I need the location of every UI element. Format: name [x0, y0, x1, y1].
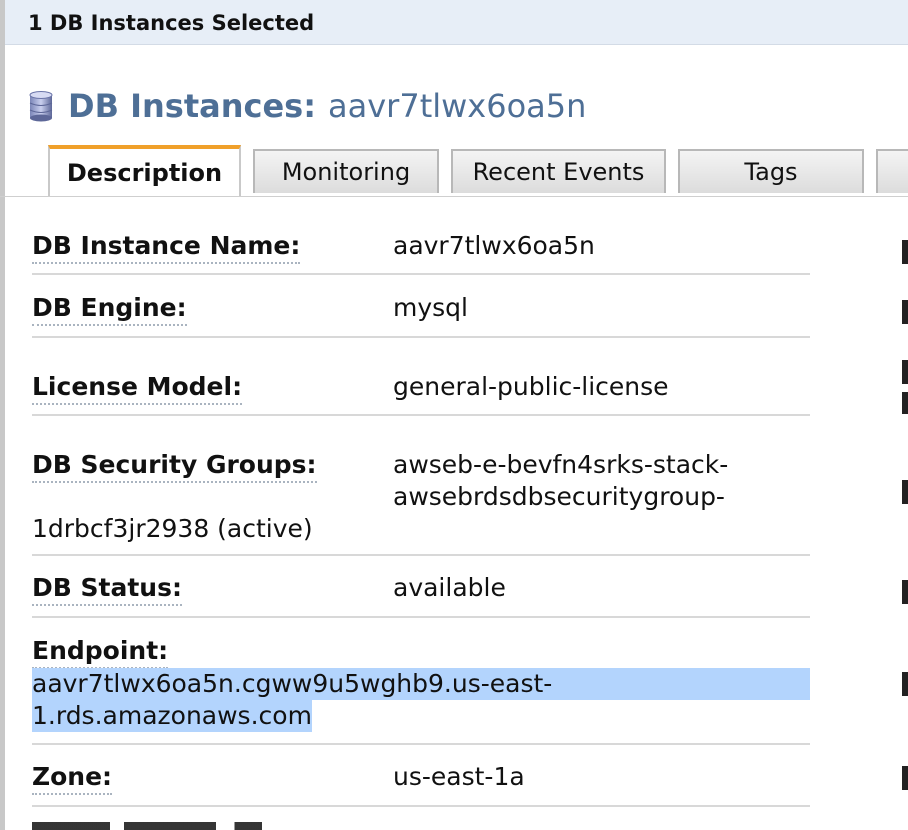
row-divider — [32, 805, 810, 807]
endpoint-value-line1[interactable]: aavr7tlwx6oa5n.cgww9u5wghb9.us-east- — [32, 668, 552, 700]
selection-bar: 1 DB Instances Selected — [5, 0, 908, 45]
selection-count-text: 1 DB Instances Selected — [28, 11, 315, 35]
clipped-right-column-text — [902, 480, 908, 504]
security-groups-value-line1: awseb-e-bevfn4srks-stack- — [393, 450, 729, 479]
database-icon — [29, 91, 53, 122]
status-label: DB Status: — [32, 572, 182, 606]
detail-row-status: DB Status: available — [32, 556, 810, 618]
clipped-right-column-text — [902, 766, 908, 790]
detail-row-zone: Zone: us-east-1a — [32, 745, 810, 807]
clipped-next-row — [32, 822, 262, 830]
engine-label: DB Engine: — [32, 292, 187, 326]
clipped-right-column-text — [902, 300, 908, 324]
detail-row-instance-name: DB Instance Name: aavr7tlwx6oa5n — [32, 215, 810, 275]
tab-overflow[interactable] — [876, 149, 908, 193]
security-groups-label: DB Security Groups: — [32, 449, 317, 483]
tab-recent-events[interactable]: Recent Events — [451, 149, 666, 193]
endpoint-value-line2[interactable]: 1.rds.amazonaws.com — [32, 700, 312, 732]
clipped-right-column-text — [902, 672, 908, 696]
security-groups-value-line3: 1drbcf3jr2938 (active) — [32, 514, 313, 543]
tab-monitoring[interactable]: Monitoring — [253, 149, 439, 193]
tab-tags[interactable]: Tags — [678, 149, 864, 193]
instance-name-value: aavr7tlwx6oa5n — [393, 231, 595, 260]
zone-label: Zone: — [32, 761, 113, 795]
left-border — [0, 0, 5, 830]
instance-name-label: DB Instance Name: — [32, 230, 301, 264]
title-prefix: DB Instances: — [68, 87, 317, 125]
tab-description[interactable]: Description — [48, 145, 241, 197]
tab-bar: Description Monitoring Recent Events Tag… — [0, 145, 908, 197]
page-title: DB Instances: aavr7tlwx6oa5n — [28, 86, 586, 126]
detail-row-engine: DB Engine: mysql — [32, 275, 810, 338]
detail-row-endpoint: Endpoint: aavr7tlwx6oa5n.cgww9u5wghb9.us… — [32, 618, 810, 745]
zone-value: us-east-1a — [393, 762, 525, 791]
license-model-label: License Model: — [32, 371, 243, 405]
tab-divider — [0, 196, 908, 197]
license-model-value: general-public-license — [393, 372, 669, 401]
engine-value: mysql — [393, 293, 468, 322]
clipped-right-column-text — [902, 392, 908, 414]
clipped-right-column-text — [902, 360, 908, 384]
title-instance-id: aavr7tlwx6oa5n — [328, 87, 587, 125]
detail-row-license-model: License Model: general-public-license — [32, 338, 810, 416]
endpoint-label: Endpoint: — [32, 635, 169, 669]
clipped-right-column-text — [902, 580, 908, 604]
clipped-right-column-text — [902, 240, 908, 264]
security-groups-value-line2: awsebrdsdbsecuritygroup- — [393, 482, 725, 511]
status-value: available — [393, 573, 506, 602]
detail-row-security-groups: DB Security Groups: awseb-e-bevfn4srks-s… — [32, 416, 810, 556]
